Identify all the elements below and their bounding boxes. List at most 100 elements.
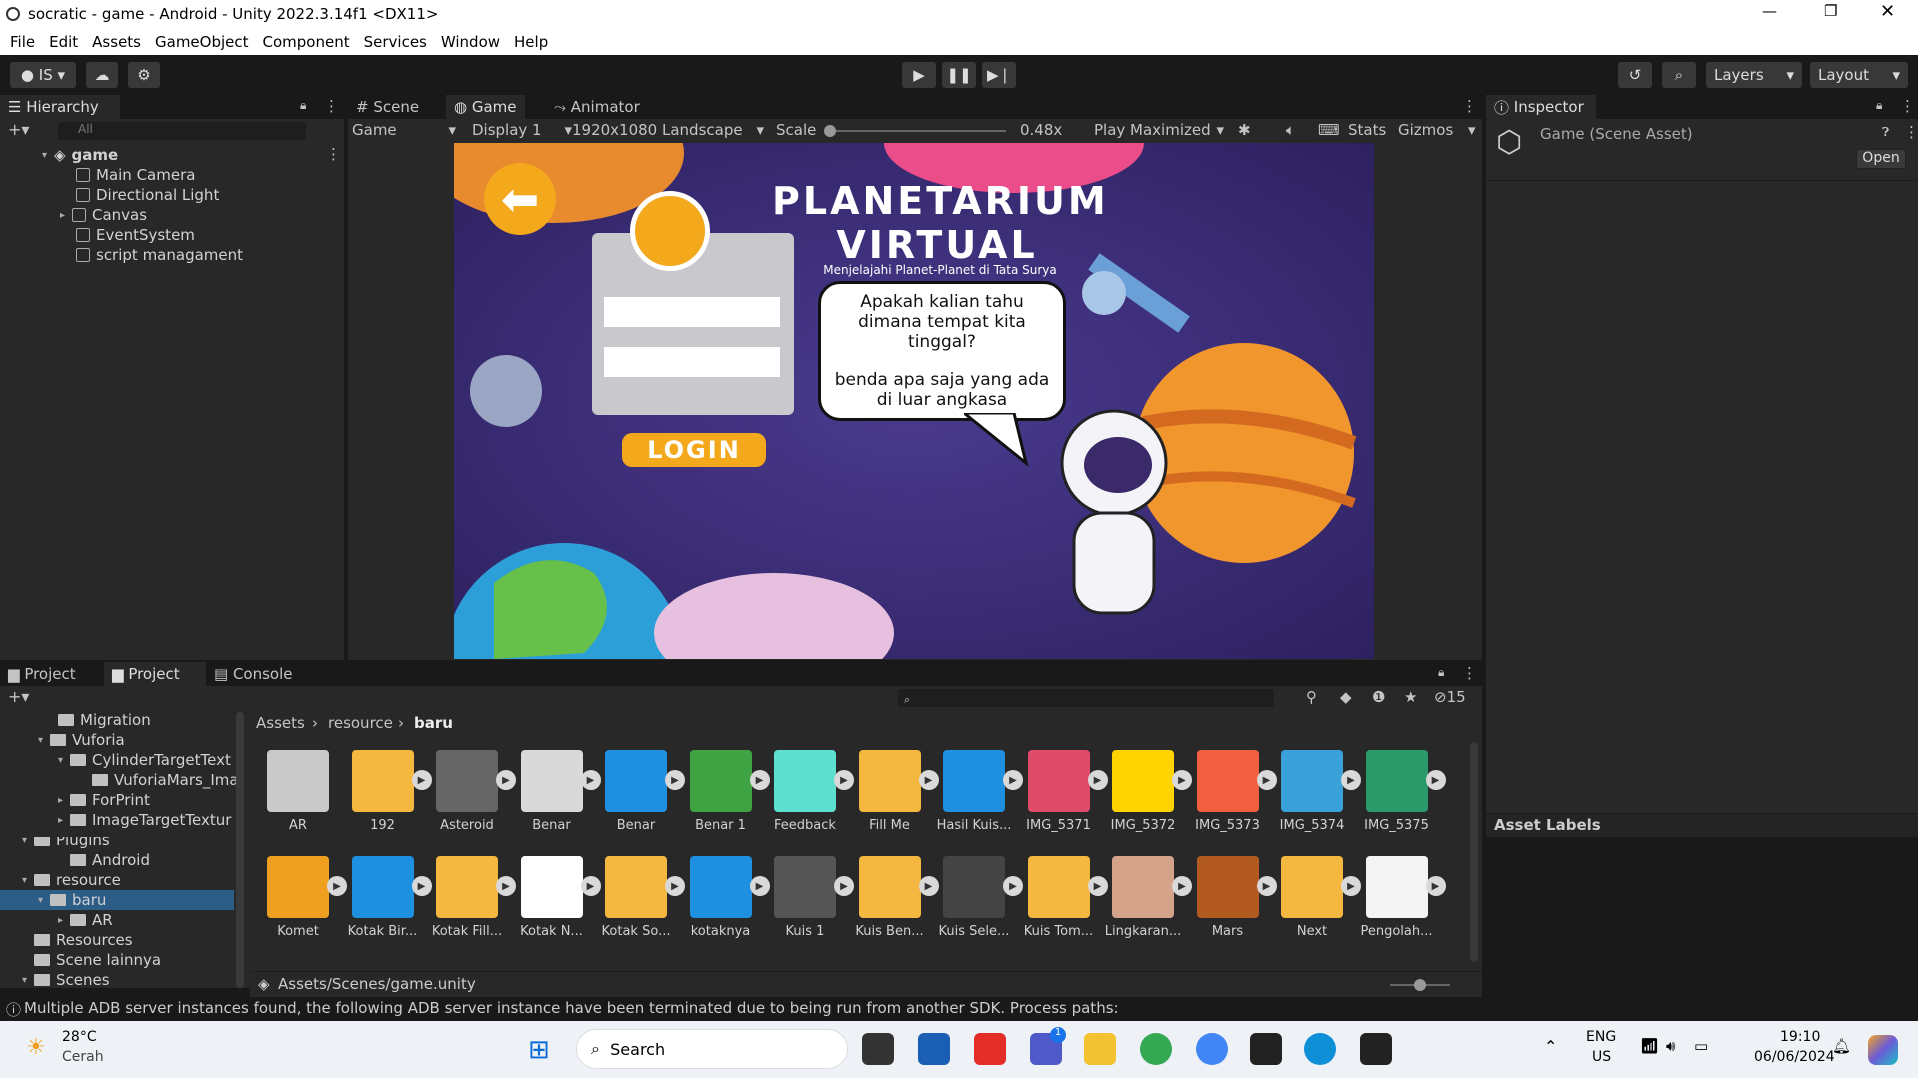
breadcrumb-baru[interactable]: baru	[414, 714, 453, 732]
label-filter-icon[interactable]: ◆	[1340, 688, 1352, 706]
resolution-dropdown[interactable]: 1920x1080 Landscape ▾	[572, 121, 764, 139]
asset-row1-8[interactable]: ▶ Hasil Kuis...	[934, 750, 1023, 833]
kebab-icon[interactable]: ⋮	[324, 97, 339, 115]
status-message[interactable]: Multiple ADB server instances found, the…	[24, 999, 1119, 1017]
weather-desc[interactable]: Cerah	[62, 1049, 104, 1065]
kebab-icon[interactable]: ⋮	[1462, 664, 1477, 682]
help-icon[interactable]: ❓︎	[1882, 125, 1889, 140]
asset-row2-3[interactable]: ▶ Kotak N...	[512, 856, 601, 939]
audio-mute-icon[interactable]: 🔈︎	[1286, 121, 1295, 139]
hierarchy-item-eventsystem[interactable]: EventSystem	[76, 225, 195, 245]
unity-editor-icon[interactable]	[1360, 1033, 1392, 1065]
bug-icon[interactable]: ✱	[1238, 121, 1251, 139]
file-explorer-icon[interactable]	[1084, 1033, 1116, 1065]
hierarchy-item-canvas[interactable]: ▸ Canvas	[60, 205, 147, 225]
scale-slider[interactable]	[824, 125, 1006, 137]
warning-filter-icon[interactable]: ❶	[1372, 688, 1385, 706]
menu-edit[interactable]: Edit	[49, 33, 78, 51]
tree-item-cylindertargettext[interactable]: ▾ CylinderTargetText	[58, 750, 231, 770]
tree-item-resources[interactable]: Resources	[22, 930, 133, 950]
scene-menu-icon[interactable]: ⋮	[326, 145, 341, 163]
asset-row2-8[interactable]: ▶ Kuis Sele...	[934, 856, 1023, 939]
asset-row1-12[interactable]: ▶ IMG_5374	[1272, 750, 1361, 833]
asset-row1-1[interactable]: ▶ 192	[343, 750, 432, 833]
menu-gameobject[interactable]: GameObject	[155, 33, 249, 51]
scale-slider-handle[interactable]	[824, 125, 836, 137]
hierarchy-item-directional-light[interactable]: Directional Light	[76, 185, 219, 205]
tab-animator[interactable]: ⤳ Animator	[546, 95, 648, 119]
kebab-icon[interactable]: ⋮	[1904, 123, 1918, 141]
youtube-icon[interactable]	[974, 1033, 1006, 1065]
username-input[interactable]	[604, 297, 780, 327]
tree-item-vuforia[interactable]: ▾ Vuforia	[38, 730, 125, 750]
unity-hub-icon[interactable]	[1250, 1033, 1282, 1065]
tree-item-imagetargettextur[interactable]: ▸ ImageTargetTextur	[58, 810, 231, 830]
asset-row1-13[interactable]: ▶ IMG_5375	[1357, 750, 1446, 833]
tree-scrollbar[interactable]	[236, 712, 244, 988]
asset-row2-5[interactable]: ▶ kotaknya	[681, 856, 770, 939]
tree-item-baru[interactable]: ▾ baru	[0, 890, 234, 910]
menu-window[interactable]: Window	[441, 33, 500, 51]
asset-row2-10[interactable]: ▶ Lingkaran...	[1103, 856, 1192, 939]
add-icon[interactable]: +▾	[8, 120, 29, 139]
icon-size-slider-handle[interactable]	[1414, 979, 1426, 991]
account-button[interactable]: ● IS ▾	[10, 62, 76, 88]
chevron-up-icon[interactable]: ⌃	[1544, 1037, 1557, 1056]
play-button[interactable]: ▶	[902, 62, 936, 88]
menu-file[interactable]: File	[10, 33, 35, 51]
asset-row2-12[interactable]: ▶ Next	[1272, 856, 1361, 939]
play-mode-dropdown[interactable]: Play Maximized ▾	[1094, 121, 1224, 139]
close-icon[interactable]: ✕	[1880, 1, 1895, 22]
back-arrow-button[interactable]: ⬅	[484, 163, 556, 235]
tree-item-migration[interactable]: Migration	[58, 710, 151, 730]
asset-row2-4[interactable]: ▶ Kotak So...	[596, 856, 685, 939]
display-dropdown[interactable]: Display 1 ▾	[472, 121, 572, 139]
tab-project-1[interactable]: ▆ Project	[0, 662, 104, 686]
minimize-icon[interactable]: —	[1762, 2, 1777, 20]
step-button[interactable]: ▶❘	[982, 62, 1016, 88]
language-label[interactable]: ENG	[1586, 1029, 1616, 1045]
asset-row2-6[interactable]: ▶ Kuis 1	[765, 856, 854, 939]
menu-component[interactable]: Component	[263, 33, 350, 51]
scene-root[interactable]: ▾ ◈ game	[42, 145, 118, 165]
tree-item-ar[interactable]: ▸ AR	[58, 910, 113, 930]
tab-game[interactable]: ◍ Game	[446, 95, 525, 119]
gizmos-toggle[interactable]: Gizmos	[1398, 121, 1453, 139]
asset-row1-2[interactable]: ▶ Asteroid	[427, 750, 516, 833]
asset-row2-9[interactable]: ▶ Kuis Tom...	[1019, 856, 1108, 939]
tab-console[interactable]: ▤ Console	[206, 662, 306, 686]
teams-icon[interactable]: 1	[1030, 1027, 1066, 1065]
tree-item-vuforiamars[interactable]: VuforiaMars_Ima	[92, 770, 239, 790]
tree-item-forprint[interactable]: ▸ ForPrint	[58, 790, 150, 810]
asset-row2-1[interactable]: ▶ Kotak Bir...	[343, 856, 432, 939]
icon-size-slider[interactable]	[1390, 979, 1450, 991]
kebab-icon[interactable]: ⋮	[1462, 97, 1477, 115]
tree-item-scenes[interactable]: ▾ Scenes	[22, 970, 110, 988]
asset-row1-0[interactable]: AR	[258, 750, 338, 833]
layout-dropdown[interactable]: Layout ▾	[1810, 62, 1908, 88]
asset-row1-9[interactable]: ▶ IMG_5371	[1019, 750, 1108, 833]
assets-scrollbar[interactable]	[1470, 742, 1478, 962]
clock-time[interactable]: 19:10	[1780, 1029, 1820, 1045]
taskbar-search[interactable]: ⌕ Search	[576, 1029, 848, 1069]
tree-item-resource[interactable]: ▾ resource	[22, 870, 121, 890]
edge-icon[interactable]	[1304, 1033, 1336, 1065]
kebab-icon[interactable]: ⋮	[1900, 97, 1915, 115]
search-by-type-icon[interactable]: ⚲	[1306, 688, 1317, 706]
asset-row1-3[interactable]: ▶ Benar	[512, 750, 601, 833]
hierarchy-search-input[interactable]: All	[58, 122, 306, 140]
asset-row2-11[interactable]: ▶ Mars	[1188, 856, 1277, 939]
asset-row1-7[interactable]: ▶ Fill Me	[850, 750, 939, 833]
asset-row2-0[interactable]: ▶ Komet	[258, 856, 347, 939]
add-icon[interactable]: +▾	[8, 687, 29, 706]
task-view-icon[interactable]	[862, 1033, 894, 1065]
asset-row1-5[interactable]: ▶ Benar 1	[681, 750, 770, 833]
login-button[interactable]: LOGIN	[622, 433, 766, 467]
breadcrumb-resource[interactable]: resource	[328, 714, 393, 732]
tab-inspector[interactable]: ⓘ Inspector	[1486, 95, 1596, 119]
favorite-icon[interactable]: ★	[1404, 688, 1417, 706]
chrome-profile-icon[interactable]	[1196, 1033, 1228, 1065]
open-button[interactable]: Open	[1856, 149, 1906, 169]
chevron-down-icon[interactable]: ▾	[1468, 121, 1476, 139]
menu-services[interactable]: Services	[364, 33, 427, 51]
